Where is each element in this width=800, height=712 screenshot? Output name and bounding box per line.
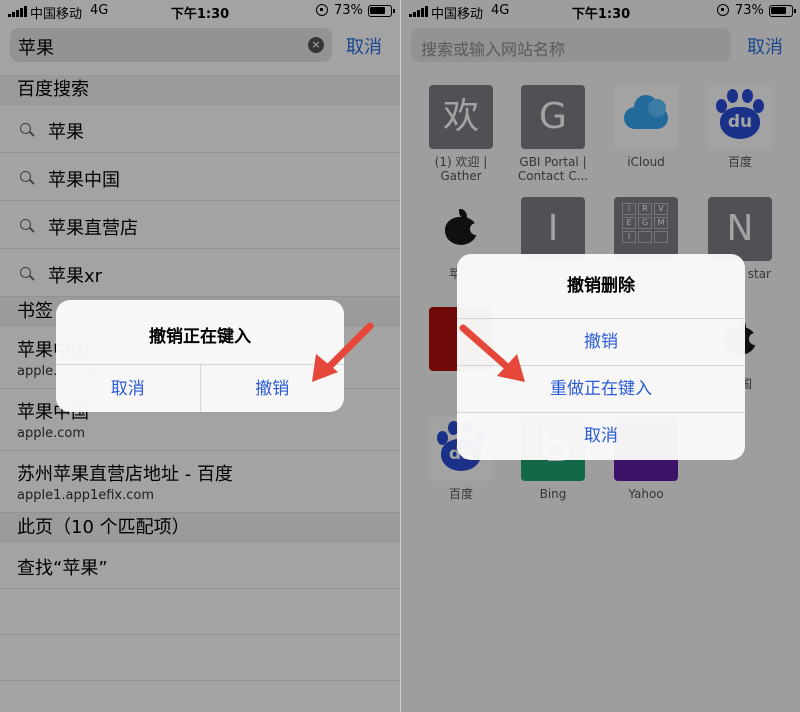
alert-undo-button[interactable]: 撤销 xyxy=(199,365,345,412)
right-screen: 中国移动 4G 下午1:30 73% 搜索或输入网站名称 取消 欢 (1) 欢迎… xyxy=(400,0,800,712)
alert-redo-typing-button[interactable]: 重做正在键入 xyxy=(457,365,745,412)
left-screen: 中国移动 4G 下午1:30 73% 苹果 × 取消 百度搜索 苹果 苹果中国 … xyxy=(0,0,400,712)
alert-undo-button[interactable]: 撤销 xyxy=(457,318,745,365)
alert-button-row: 取消 撤销 xyxy=(56,364,344,412)
undo-delete-alert: 撤销删除 撤销 重做正在键入 取消 xyxy=(457,254,745,460)
alert-cancel-button[interactable]: 取消 xyxy=(56,365,200,412)
alert-title: 撤销删除 xyxy=(567,276,635,296)
alert-cancel-button[interactable]: 取消 xyxy=(457,412,745,459)
alert-title: 撤销正在键入 xyxy=(149,327,251,347)
undo-typing-alert: 撤销正在键入 取消 撤销 xyxy=(56,300,344,412)
